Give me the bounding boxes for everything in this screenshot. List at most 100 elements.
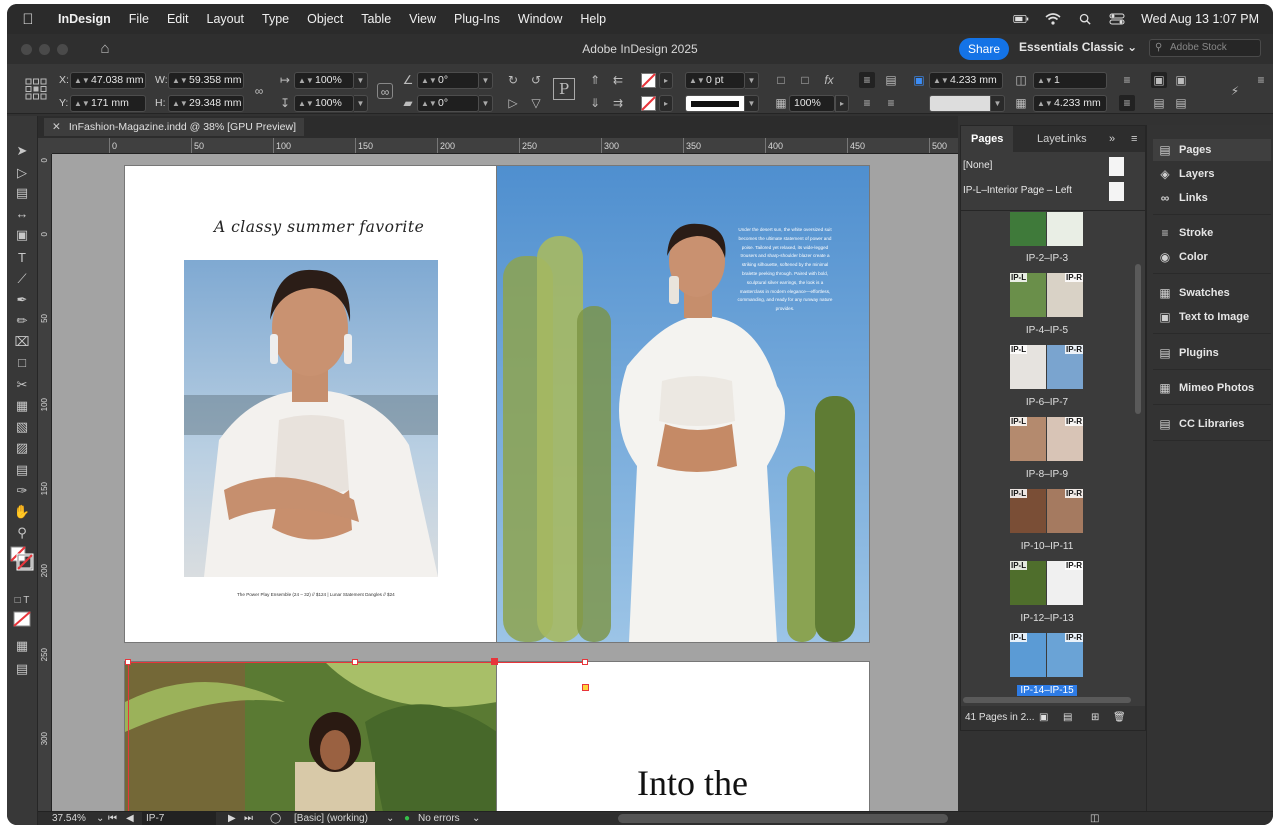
profile-dropdown-icon[interactable]: ⌄ xyxy=(386,812,394,825)
fill-dropdown[interactable]: ▸ xyxy=(659,72,673,89)
view-mode-icon[interactable]: ▦ xyxy=(12,637,32,655)
corner-shape-dropdown[interactable]: ▼ xyxy=(991,95,1005,112)
horizontal-scrollbar-thumb[interactable] xyxy=(618,814,948,823)
gutter-field[interactable]: ▲▼ 4.233 mm xyxy=(1033,95,1107,112)
dock-pages[interactable]: ▤ Pages xyxy=(1153,139,1271,161)
menu-app[interactable]: InDesign xyxy=(49,12,120,26)
fill-none-swatch-icon[interactable] xyxy=(641,73,656,88)
text-wrap-icon[interactable]: ▤ xyxy=(883,72,899,88)
master-none-thumb[interactable] xyxy=(1109,157,1124,176)
scale-x-field[interactable]: ▲▼ 100% xyxy=(294,72,354,89)
share-button[interactable]: Share xyxy=(959,38,1010,60)
spread-label[interactable]: IP-12–IP-13 xyxy=(961,613,1133,624)
page-tool-icon[interactable]: ▤ xyxy=(12,184,32,202)
reference-point-icon[interactable] xyxy=(25,78,47,100)
pasteboard[interactable]: A classy summer favorite The Power Play … xyxy=(52,154,958,811)
screen-mode-icon[interactable]: ▤ xyxy=(12,660,32,678)
drop-shadow-icon[interactable]: □ xyxy=(773,72,789,88)
spread-label[interactable]: IP-8–IP-9 xyxy=(961,469,1133,480)
resize-handle[interactable] xyxy=(352,659,358,665)
body-text-frame[interactable]: Under the desert sun, the white oversize… xyxy=(737,226,833,314)
split-view-icon[interactable]: ◫ xyxy=(1090,812,1099,825)
frame-fitting-icon[interactable]: ▣ xyxy=(1151,72,1167,88)
corner-shape-selector[interactable] xyxy=(929,95,991,112)
rotate-cw-icon[interactable]: ↻ xyxy=(505,72,521,88)
stroke-dropdown[interactable]: ▸ xyxy=(659,95,673,112)
resize-handle[interactable] xyxy=(582,659,588,665)
gradient-swatch-tool-icon[interactable]: ▧ xyxy=(12,418,32,436)
menubar-clock[interactable]: Wed Aug 13 1:07 PM xyxy=(1141,12,1259,26)
note-tool-icon[interactable]: ▤ xyxy=(12,461,32,479)
page-left-2[interactable] xyxy=(125,662,497,811)
fit-frame-icon[interactable]: ▤ xyxy=(1151,95,1167,111)
rectangle-frame-tool-icon[interactable]: ⌧ xyxy=(12,333,32,351)
scale-y-field[interactable]: ▲▼ 100% xyxy=(294,95,354,112)
align-bottom-icon[interactable]: ≡ xyxy=(883,95,899,111)
align-top-icon[interactable]: ≡ xyxy=(859,72,875,88)
stroke-none-swatch-icon[interactable] xyxy=(641,96,656,111)
menu-table[interactable]: Table xyxy=(352,12,400,26)
dock-swatches[interactable]: ▦ Swatches xyxy=(1153,282,1271,304)
select-container-icon[interactable]: ⇑ xyxy=(587,72,603,88)
link-scale-icon[interactable]: ∞ xyxy=(377,83,393,99)
spread-thumb-10-11[interactable]: IP-L IP-R xyxy=(1010,489,1084,533)
page-right[interactable]: Under the desert sun, the white oversize… xyxy=(497,166,869,642)
gap-tool-icon[interactable]: ↔ xyxy=(12,205,32,223)
last-page-icon[interactable]: ⏭ xyxy=(244,812,253,825)
panel-menu-icon[interactable]: ≡ xyxy=(1131,126,1137,152)
zoom-tool-icon[interactable]: ⚲ xyxy=(12,524,32,542)
zoom-window-button[interactable] xyxy=(57,43,68,55)
page-headline[interactable]: A classy summer favorite xyxy=(214,218,424,236)
panel-menu-icon[interactable]: ≡ xyxy=(1253,72,1269,88)
page-right-2[interactable]: Into the xyxy=(497,662,869,811)
pen-tool-icon[interactable]: ✒ xyxy=(12,291,32,309)
hand-tool-icon[interactable]: ✋ xyxy=(12,503,32,521)
dock-mimeo-photos[interactable]: ▦ Mimeo Photos xyxy=(1153,377,1271,399)
stroke-weight-field[interactable]: ▲▼ 0 pt xyxy=(685,72,745,89)
content-grabber-handle[interactable] xyxy=(491,658,498,665)
spread-thumb-6-7[interactable]: IP-L IP-R xyxy=(1010,345,1084,389)
zoom-level[interactable]: 37.54% xyxy=(52,812,86,825)
prev-page-icon[interactable]: ◀ xyxy=(126,812,134,825)
adobe-stock-search[interactable]: ⚲ Adobe Stock xyxy=(1149,39,1261,57)
errors-dropdown-icon[interactable]: ⌄ xyxy=(472,812,480,825)
gradient-feather-tool-icon[interactable]: ▨ xyxy=(12,439,32,457)
spread-label[interactable]: IP-10–IP-11 xyxy=(961,541,1133,552)
menu-view[interactable]: View xyxy=(400,12,445,26)
minimize-window-button[interactable] xyxy=(39,43,50,55)
corner-size-field[interactable]: ▲▼ 4.233 mm xyxy=(929,72,1003,89)
rectangle-tool-icon[interactable]: □ xyxy=(12,354,32,372)
shear-field[interactable]: ▲▼ 0° xyxy=(417,95,479,112)
select-content-icon[interactable]: ⇓ xyxy=(587,95,603,111)
spread-label[interactable]: IP-2–IP-3 xyxy=(961,253,1133,264)
menu-plugins[interactable]: Plug-Ins xyxy=(445,12,509,26)
height-field[interactable]: ▲▼ 29.348 mm xyxy=(168,95,244,112)
eyedropper-tool-icon[interactable]: ✑ xyxy=(12,482,32,500)
create-page-icon[interactable]: ⊞ xyxy=(1091,706,1099,730)
pencil-tool-icon[interactable]: ✏ xyxy=(12,312,32,330)
spread-thumb-4-5[interactable]: IP-L IP-R xyxy=(1010,273,1084,317)
rotation-dropdown[interactable]: ▼ xyxy=(479,72,493,89)
vertical-ruler[interactable]: 0 0 50 100 150 200 250 300 xyxy=(38,154,52,811)
opacity-dropdown[interactable]: ▸ xyxy=(835,95,849,112)
jungle-photo[interactable] xyxy=(125,662,497,811)
wifi-icon[interactable] xyxy=(1045,13,1061,25)
apply-none-icon[interactable] xyxy=(13,611,31,627)
menu-help[interactable]: Help xyxy=(571,12,615,26)
dock-plugins[interactable]: ▤ Plugins xyxy=(1153,342,1271,364)
dock-cc-libraries[interactable]: ▤ CC Libraries xyxy=(1153,413,1271,435)
select-next-icon[interactable]: ⇉ xyxy=(610,95,626,111)
menu-type[interactable]: Type xyxy=(253,12,298,26)
scale-y-dropdown[interactable]: ▼ xyxy=(354,95,368,112)
content-collector-icon[interactable]: ▣ xyxy=(12,226,32,244)
menu-object[interactable]: Object xyxy=(298,12,352,26)
spread-thumb-12-13[interactable]: IP-L IP-R xyxy=(1010,561,1084,605)
fx-effects-icon[interactable]: fx xyxy=(821,72,837,88)
edit-page-size-icon[interactable]: ▣ xyxy=(1039,706,1048,730)
spotlight-search-icon[interactable] xyxy=(1077,13,1093,25)
master-ip-l[interactable]: IP-L–Interior Page – Left xyxy=(963,180,1072,202)
resize-handle[interactable] xyxy=(125,659,131,665)
page-number-field[interactable]: IP-7 xyxy=(142,812,216,825)
spread-thumb-2-3[interactable] xyxy=(1010,212,1084,246)
spread-label[interactable]: IP-4–IP-5 xyxy=(961,325,1133,336)
